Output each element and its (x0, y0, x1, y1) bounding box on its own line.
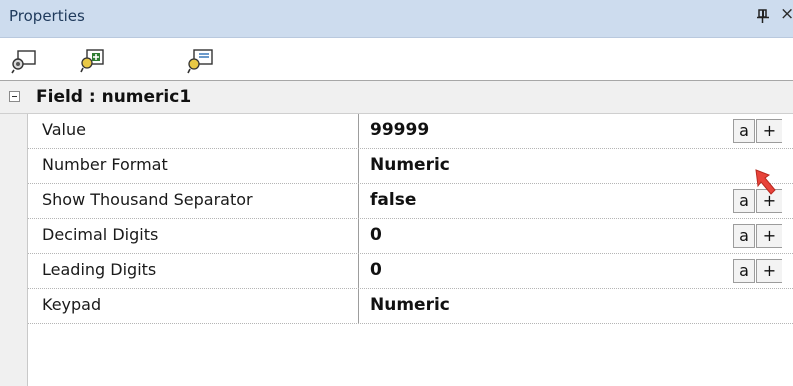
properties-toolbar (0, 39, 793, 80)
properties-panel-titlebar: Properties × (0, 0, 793, 38)
category-row[interactable]: Field : numeric1 (0, 81, 793, 114)
property-row-show-thousand-separator[interactable]: Show Thousand Separator false a + (28, 184, 793, 219)
cursor-arrow-icon (755, 169, 776, 195)
property-value[interactable]: Numeric (359, 149, 793, 183)
property-name: Decimal Digits (28, 219, 359, 253)
property-value[interactable]: 0 (359, 254, 793, 288)
property-name: Leading Digits (28, 254, 359, 288)
property-name: Show Thousand Separator (28, 184, 359, 218)
remove-property-button[interactable] (186, 45, 218, 75)
add-expression-button[interactable]: + (756, 119, 782, 143)
property-row-number-format[interactable]: Number Format Numeric (28, 149, 793, 184)
text-mode-button[interactable]: a (733, 224, 755, 248)
add-property-icon (80, 49, 104, 73)
text-mode-button[interactable]: a (733, 259, 755, 283)
property-name: Number Format (28, 149, 359, 183)
category-label: Field : numeric1 (36, 87, 192, 107)
text-mode-button[interactable]: a (733, 119, 755, 143)
add-property-button[interactable] (77, 45, 109, 75)
property-value[interactable]: Numeric (359, 289, 793, 323)
property-row-value[interactable]: Value 99999 a + (28, 114, 793, 149)
text-mode-button[interactable]: a (733, 189, 755, 213)
add-expression-button[interactable]: + (756, 224, 782, 248)
property-grid: Field : numeric1 Value 99999 a + Number … (0, 80, 793, 386)
grid-gutter (0, 81, 28, 386)
properties-view-button[interactable] (10, 45, 42, 75)
panel-title: Properties (9, 7, 85, 25)
property-name: Keypad (28, 289, 359, 323)
close-button[interactable]: × (780, 4, 793, 24)
property-value[interactable]: false (359, 184, 793, 218)
pin-icon[interactable] (756, 8, 770, 24)
property-row-decimal-digits[interactable]: Decimal Digits 0 a + (28, 219, 793, 254)
property-row-keypad[interactable]: Keypad Numeric (28, 289, 793, 324)
properties-view-icon (11, 50, 36, 74)
remove-property-icon (187, 49, 213, 74)
add-expression-button[interactable]: + (756, 259, 782, 283)
property-name: Value (28, 114, 359, 148)
property-value[interactable]: 0 (359, 219, 793, 253)
property-row-leading-digits[interactable]: Leading Digits 0 a + (28, 254, 793, 289)
property-value[interactable]: 99999 (359, 114, 793, 148)
collapse-minus-icon[interactable] (9, 91, 20, 102)
